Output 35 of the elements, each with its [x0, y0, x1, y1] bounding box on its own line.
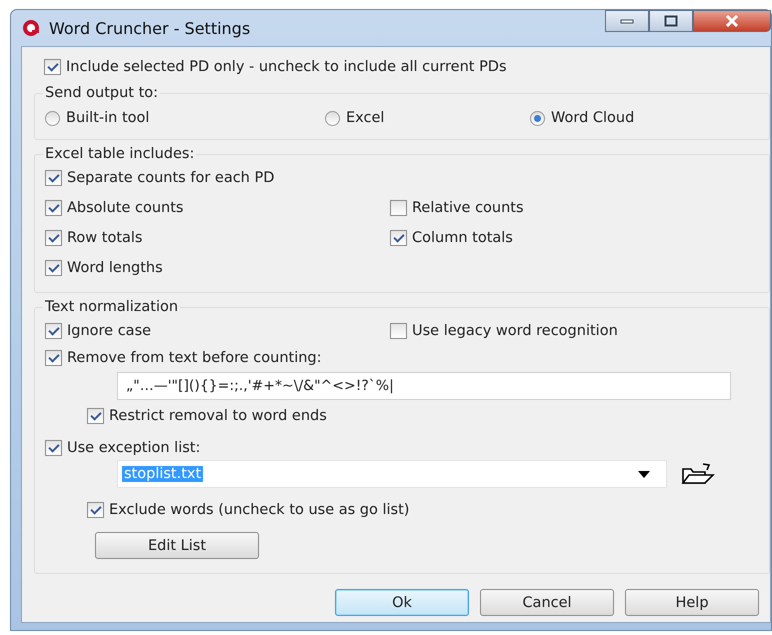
- option-checkbox[interactable]: Column totals: [390, 226, 759, 250]
- edit-list-button[interactable]: Edit List: [95, 532, 259, 559]
- option-checkbox[interactable]: Exclude words (uncheck to use as go list): [87, 498, 759, 522]
- radio-option[interactable]: Word Cloud: [530, 110, 759, 126]
- dialog-button[interactable]: Cancel: [480, 589, 614, 616]
- radio-option[interactable]: Built-in tool: [45, 110, 325, 126]
- include-selected-checkbox[interactable]: Include selected PD only - uncheck to include all current PDs: [44, 55, 770, 79]
- option-checkbox[interactable]: Use legacy word recognition: [390, 319, 759, 343]
- close-icon: [725, 15, 739, 27]
- folder-icon: [681, 463, 715, 485]
- option-checkbox[interactable]: Row totals: [45, 226, 390, 250]
- caret-icon: [638, 470, 650, 478]
- option-checkbox[interactable]: Use exception list:: [45, 436, 759, 460]
- option-checkbox[interactable]: Restrict removal to word ends: [87, 404, 759, 428]
- dialog-button[interactable]: Ok: [335, 589, 469, 616]
- minimize-button[interactable]: [605, 10, 649, 32]
- radio-option[interactable]: Excel: [325, 110, 530, 126]
- close-button[interactable]: [693, 10, 771, 32]
- option-checkbox[interactable]: Remove from text before counting:: [45, 346, 759, 370]
- option-checkbox[interactable]: Absolute counts: [45, 196, 390, 220]
- characters-field[interactable]: „"…—'"[](){}=:;.,'#+*~\/&"^<>!?`%|: [117, 372, 731, 400]
- dialog-button[interactable]: Help: [625, 589, 759, 616]
- maximize-icon: [664, 15, 678, 27]
- option-checkbox[interactable]: Ignore case: [45, 319, 390, 343]
- minimize-icon: [620, 18, 634, 24]
- maximize-button[interactable]: [649, 10, 693, 32]
- open-folder-button[interactable]: [681, 463, 715, 485]
- app-logo-icon: [21, 18, 41, 38]
- option-checkbox[interactable]: Separate counts for each PD: [45, 166, 759, 190]
- group-title: Send output to:: [44, 85, 160, 101]
- option-checkbox[interactable]: Word lengths: [45, 256, 759, 280]
- option-checkbox[interactable]: Relative counts: [390, 196, 759, 220]
- window-title: Word Cruncher - Settings: [49, 18, 250, 38]
- group-title: Excel table includes:: [44, 146, 196, 162]
- group-title: Text normalization: [44, 299, 180, 315]
